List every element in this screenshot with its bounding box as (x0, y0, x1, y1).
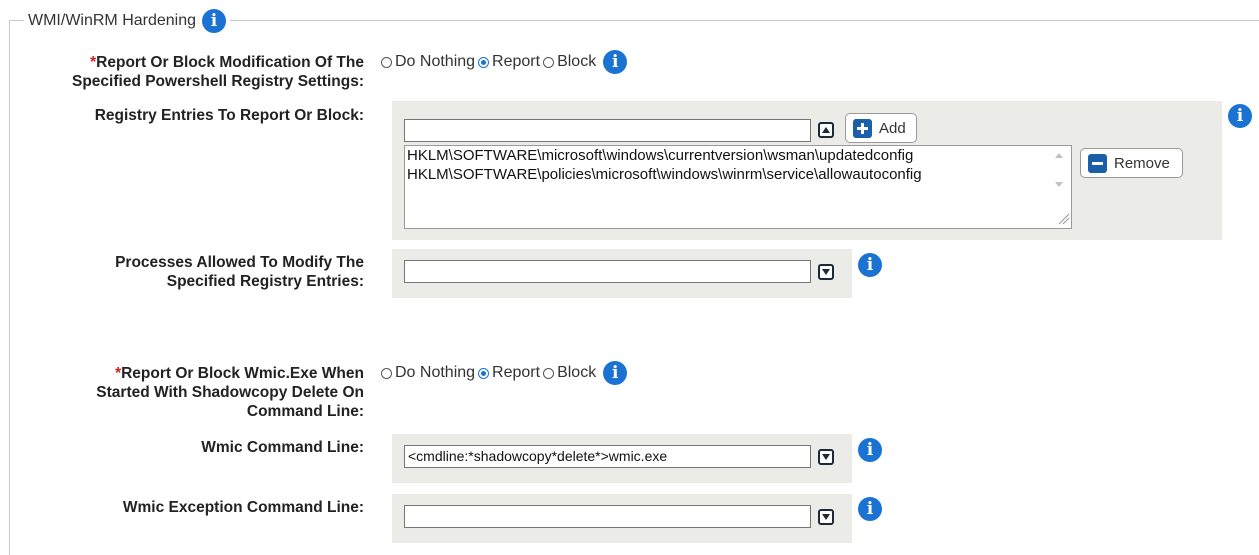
info-icon[interactable]: i (858, 253, 882, 277)
scrollbar[interactable] (1047, 146, 1071, 228)
collapse-up-button[interactable] (818, 122, 834, 138)
chevron-up-icon (822, 127, 830, 133)
radio-label: Block (557, 53, 597, 70)
add-button[interactable]: Add (845, 113, 917, 143)
section-title: WMI/WinRM Hardening (28, 12, 197, 29)
ps-registry-radio-group: Do Nothing Report Block i (381, 50, 628, 74)
remove-button-label: Remove (1114, 154, 1170, 172)
dropdown-button[interactable] (818, 264, 834, 280)
processes-allowed-label: Processes Allowed To Modify The Specifie… (115, 253, 364, 291)
list-item[interactable]: HKLM\SOFTWARE\policies\microsoft\windows… (405, 165, 1071, 184)
radio-label: Do Nothing (395, 53, 476, 70)
list-item[interactable]: HKLM\SOFTWARE\microsoft\windows\currentv… (405, 146, 1071, 165)
add-button-label: Add (879, 119, 906, 137)
registry-entries-label: Registry Entries To Report Or Block: (94, 107, 364, 124)
label-line: Specified Powershell Registry Settings: (72, 73, 364, 90)
ps-registry-label: *Report Or Block Modification Of The Spe… (72, 53, 364, 91)
fieldset-border-left (9, 20, 10, 555)
chevron-down-icon (822, 514, 830, 520)
section-legend: WMI/WinRM Hardening i (24, 8, 231, 34)
registry-entries-list[interactable]: HKLM\SOFTWARE\microsoft\windows\currentv… (404, 145, 1072, 229)
dropdown-button[interactable] (818, 449, 834, 465)
scrollbar-arrows-icon (1055, 153, 1070, 225)
label-line: Specified Registry Entries: (166, 273, 364, 290)
info-icon[interactable]: i (603, 361, 628, 385)
wmic-command-line-label: Wmic Command Line: (201, 439, 364, 456)
label-line: Report Or Block Modification Of The (96, 54, 364, 71)
wmic-shadowcopy-radio-group: Do Nothing Report Block i (381, 361, 628, 385)
chevron-down-icon (822, 454, 830, 460)
minus-icon (1088, 153, 1107, 173)
radio-do-nothing[interactable]: Do Nothing (381, 53, 475, 71)
dropdown-button[interactable] (818, 509, 834, 525)
wmic-shadowcopy-label: *Report Or Block Wmic.Exe When Started W… (96, 364, 364, 421)
label-line: Processes Allowed To Modify The (115, 254, 364, 271)
wmic-command-line-input[interactable]: <cmdline:*shadowcopy*delete*>wmic.exe (404, 445, 811, 468)
radio-report[interactable]: Report (478, 53, 540, 71)
processes-allowed-input[interactable] (404, 260, 811, 283)
info-icon[interactable]: i (603, 50, 628, 74)
wmic-exception-input[interactable] (404, 505, 811, 528)
label-line: Report Or Block Wmic.Exe When (121, 365, 364, 382)
registry-entry-input[interactable] (404, 119, 811, 142)
wmic-exception-label: Wmic Exception Command Line: (122, 499, 364, 516)
radio-label: Report (492, 53, 541, 70)
radio-do-nothing[interactable]: Do Nothing (381, 364, 475, 382)
info-icon[interactable]: i (858, 497, 882, 521)
radio-block[interactable]: Block (543, 53, 596, 71)
label-line: Started With Shadowcopy Delete On (96, 384, 364, 401)
radio-label: Report (492, 364, 541, 381)
radio-label: Block (557, 364, 597, 381)
chevron-down-icon (822, 269, 830, 275)
radio-report[interactable]: Report (478, 364, 540, 382)
info-icon[interactable]: i (1228, 104, 1252, 128)
info-icon[interactable]: i (202, 9, 227, 33)
info-icon[interactable]: i (858, 438, 882, 462)
radio-label: Do Nothing (395, 364, 476, 381)
radio-block[interactable]: Block (543, 364, 596, 382)
label-line: Command Line: (246, 403, 364, 420)
plus-icon (853, 118, 872, 138)
remove-button[interactable]: Remove (1080, 148, 1183, 178)
